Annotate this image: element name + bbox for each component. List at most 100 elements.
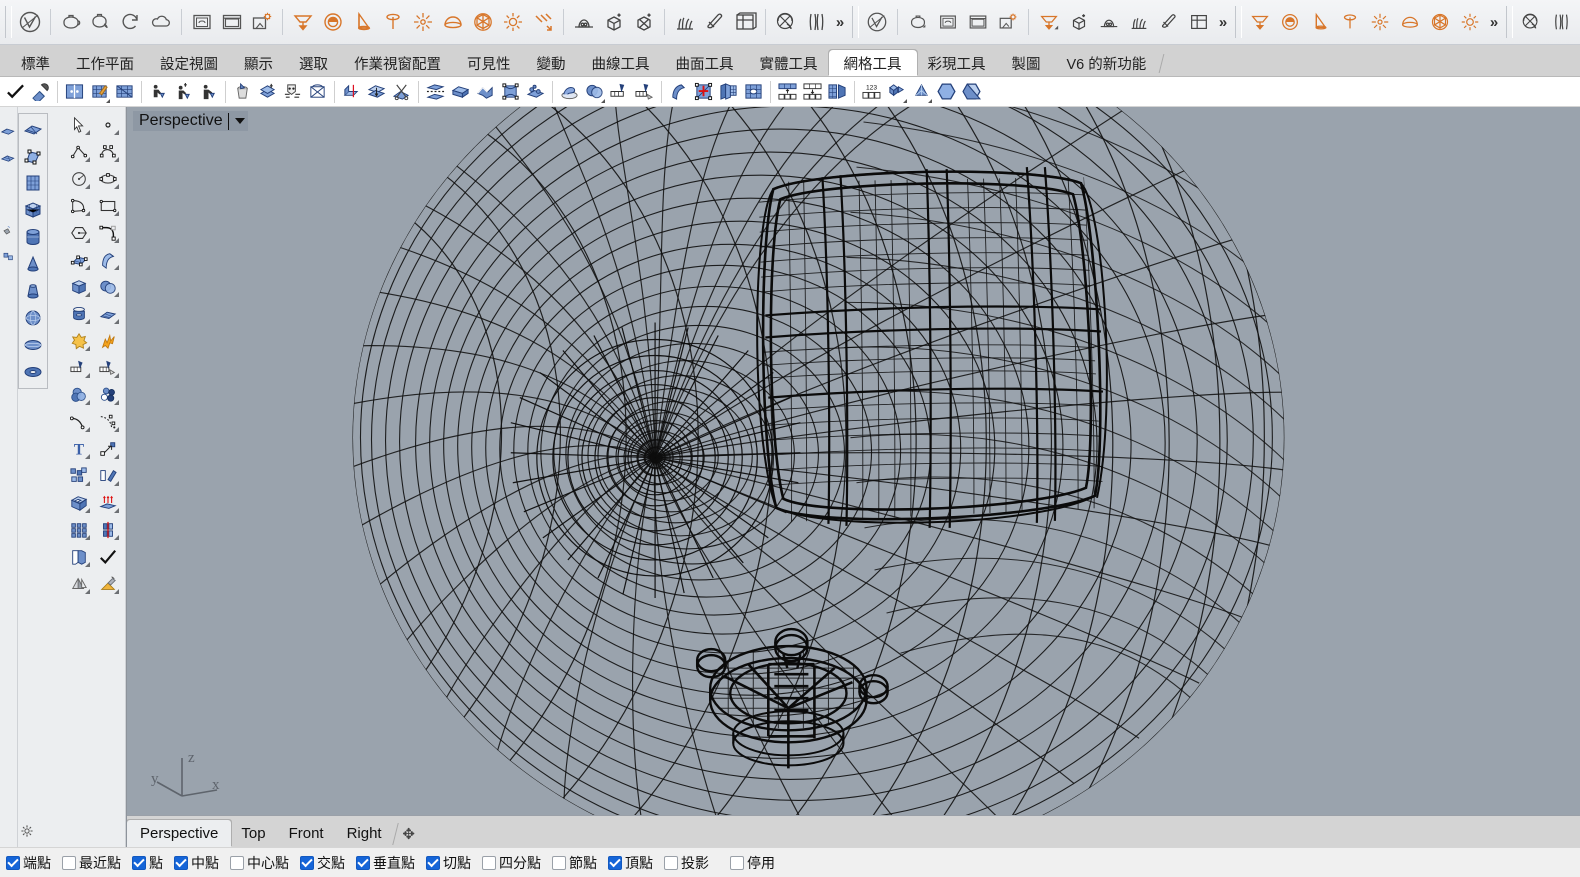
mesh-trim-a-icon[interactable] (607, 79, 632, 105)
light-spot-icon[interactable] (348, 7, 378, 37)
mesh-paint-icon[interactable] (87, 79, 112, 105)
perspective-viewport[interactable]: Perspective z x y Per (126, 107, 1580, 847)
vray-teapot-interactive-icon[interactable] (86, 7, 116, 37)
vray-render-setup-icon[interactable] (247, 7, 277, 37)
vray-decal-icon[interactable] (730, 7, 760, 37)
tab-curve-tools[interactable]: 曲線工具 (577, 50, 665, 76)
checkbox-midpoint[interactable] (174, 856, 188, 870)
vray-asset-editor-icon[interactable] (963, 7, 993, 37)
mesh-triangle-icon[interactable] (909, 79, 934, 105)
toolbar-grip[interactable] (1235, 6, 1242, 38)
vray-logo-icon[interactable] (15, 7, 45, 37)
vray-infinite-plane-icon[interactable] (1094, 7, 1124, 37)
mesh-blue-grid-icon[interactable] (93, 300, 122, 327)
mesh-extrude-icon[interactable] (339, 79, 364, 105)
light-omni-icon[interactable] (1365, 7, 1395, 37)
mesh-hex-split-icon[interactable] (959, 79, 984, 105)
osnap-endpoint[interactable]: 端點 (6, 853, 51, 873)
vray-frame-buffer-icon[interactable] (933, 7, 963, 37)
checkbox-knot[interactable] (552, 856, 566, 870)
vray-material-picker-icon[interactable] (1516, 7, 1546, 37)
light-sphere-icon[interactable] (1275, 7, 1305, 37)
extrude-arrows-icon[interactable] (93, 489, 122, 516)
solid-cylinder-icon[interactable] (19, 223, 47, 250)
split-icon[interactable] (93, 354, 122, 381)
checkbox-center[interactable] (230, 856, 244, 870)
checkbox-near[interactable] (62, 856, 76, 870)
mesh-to-nurb-icon[interactable] (498, 79, 523, 105)
checkbox-vertex[interactable] (608, 856, 622, 870)
vray-teapot-render-icon[interactable] (903, 7, 933, 37)
vray-proxy-export-icon[interactable] (629, 7, 659, 37)
light-ies-icon[interactable] (1335, 7, 1365, 37)
curve-fillet-icon[interactable] (93, 219, 122, 246)
vray-proxy-import-icon[interactable] (599, 7, 629, 37)
light-rectangle-icon[interactable] (1245, 7, 1275, 37)
vray-fur-strands-icon[interactable] (1546, 7, 1576, 37)
mesh-unify-normals-icon[interactable] (473, 79, 498, 105)
osnap-near[interactable]: 最近點 (62, 853, 121, 873)
options-gear-icon[interactable] (20, 824, 34, 843)
mesh-bucket-icon[interactable] (230, 79, 255, 105)
osnap-midpoint[interactable]: 中點 (174, 853, 219, 873)
vray-clipper-icon[interactable] (1154, 7, 1184, 37)
light-sun-icon[interactable] (498, 7, 528, 37)
mesh-merge-down-icon[interactable] (800, 79, 825, 105)
viewport-wireframe-canvas[interactable] (127, 107, 1580, 818)
mesh-rotate-blocks-icon[interactable] (884, 79, 909, 105)
toolbar-grip[interactable] (1506, 6, 1513, 38)
mesh-merge-up-icon[interactable] (775, 79, 800, 105)
surface-loft-icon[interactable] (93, 246, 122, 273)
blast-icon[interactable] (93, 327, 122, 354)
light-ambient-icon[interactable] (528, 7, 558, 37)
light-sphere-icon[interactable] (318, 7, 348, 37)
mesh-from-surface-icon[interactable] (62, 79, 87, 105)
osnap-project[interactable]: 投影 (664, 853, 709, 873)
surface-grid-small-icon[interactable] (0, 144, 17, 171)
mesh-hole-icon[interactable] (741, 79, 766, 105)
vray-decal-icon[interactable] (1184, 7, 1214, 37)
mesh-trim-b-icon[interactable] (632, 79, 657, 105)
mesh-offset-icon[interactable] (364, 79, 389, 105)
vray-render-setup-icon[interactable] (993, 7, 1023, 37)
mesh-patch-icon[interactable] (255, 79, 280, 105)
mesh-weld-icon[interactable] (448, 79, 473, 105)
viewport-tab-right[interactable]: Right (334, 820, 395, 847)
vray-infinite-plane-icon[interactable] (569, 7, 599, 37)
viewport-thumb-icon[interactable] (0, 216, 17, 243)
array-grid-icon[interactable] (64, 516, 93, 543)
cap-hole-icon[interactable] (64, 489, 93, 516)
vray-proxy-import-icon[interactable] (1064, 7, 1094, 37)
tab-display[interactable]: 顯示 (229, 50, 288, 76)
mesh-sel-red-x-icon[interactable] (691, 79, 716, 105)
vray-frame-buffer-icon[interactable] (187, 7, 217, 37)
tab-surface-tools[interactable]: 曲面工具 (661, 50, 749, 76)
check-tool-icon[interactable] (93, 543, 122, 570)
viewport-tab-perspective[interactable]: Perspective (127, 820, 231, 847)
toolbar-grip[interactable] (852, 6, 859, 38)
curve-offset-dot-icon[interactable] (93, 408, 122, 435)
tab-standard[interactable]: 標準 (6, 50, 65, 76)
mesh-apply-icon[interactable] (523, 79, 548, 105)
vray-fur-icon[interactable] (670, 7, 700, 37)
tab-set-view[interactable]: 設定視圖 (145, 50, 233, 76)
polygon-icon[interactable] (64, 219, 93, 246)
toolbar-grip[interactable] (5, 6, 12, 38)
surface-control-points-icon[interactable] (64, 246, 93, 273)
surface-corner-points-icon[interactable] (19, 142, 47, 169)
group-blocks-icon[interactable] (64, 462, 93, 489)
mesh-person-b-icon[interactable] (171, 79, 196, 105)
viewport-title-bar[interactable]: Perspective (133, 111, 248, 131)
vray-fur-icon[interactable] (1124, 7, 1154, 37)
tab-transform[interactable]: 變動 (522, 50, 581, 76)
shade-cone-icon[interactable] (64, 570, 93, 597)
render-paint-icon[interactable] (93, 570, 122, 597)
vray-material-picker-icon[interactable] (771, 7, 801, 37)
chevron-down-icon[interactable] (235, 118, 245, 124)
mesh-cross-box-icon[interactable] (305, 79, 330, 105)
light-ies-icon[interactable] (378, 7, 408, 37)
osnap-vertex[interactable]: 頂點 (608, 853, 653, 873)
curve-control-points-icon[interactable] (93, 138, 122, 165)
circles-group-icon[interactable] (93, 381, 122, 408)
osnap-perpendicular[interactable]: 垂直點 (356, 853, 415, 873)
